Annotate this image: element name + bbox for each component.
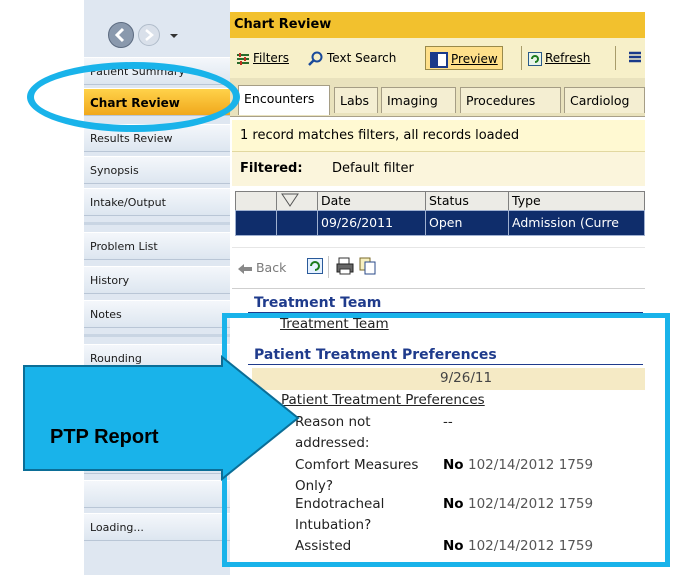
tab-imaging[interactable]: Imaging xyxy=(381,87,456,113)
tab-label: Cardiolog xyxy=(570,93,630,108)
report-nav-bar: Back xyxy=(232,247,645,289)
print-icon[interactable] xyxy=(336,257,354,275)
activity-title: Chart Review xyxy=(230,12,645,38)
more-menu-icon[interactable] xyxy=(628,51,642,65)
back-label: Back xyxy=(255,260,287,275)
sort-down-icon xyxy=(281,193,299,207)
tab-label: Procedures xyxy=(466,93,536,108)
filters-label: Filters xyxy=(253,51,289,65)
sidebar-item-label: Intake/Output xyxy=(90,196,166,209)
preview-icon xyxy=(430,51,448,68)
sidebar-item-label: Problem List xyxy=(90,240,158,253)
tab-encounters[interactable]: Encounters xyxy=(238,85,330,115)
sidebar-item-synopsis[interactable]: Synopsis xyxy=(84,156,230,184)
chevron-down-icon xyxy=(170,34,178,38)
sort-header[interactable] xyxy=(276,191,318,211)
refresh-button[interactable]: Refresh xyxy=(528,46,590,70)
grid-header-status[interactable]: Status xyxy=(425,191,509,211)
preview-label: Preview xyxy=(451,52,498,66)
toolbar-separator xyxy=(521,46,522,70)
refresh-report-icon[interactable] xyxy=(307,258,323,274)
sidebar-item-label: History xyxy=(90,274,130,287)
callout-label: PTP Report xyxy=(50,426,159,448)
sidebar-item-history[interactable]: History xyxy=(84,266,230,294)
arrow-left-icon xyxy=(114,27,125,43)
toolbar-separator xyxy=(328,256,329,278)
highlight-ellipse xyxy=(27,62,240,132)
sidebar-item-label: Results Review xyxy=(90,132,173,145)
search-icon xyxy=(308,51,323,66)
chart-review-toolbar: Filters Text Search Preview Refresh xyxy=(230,38,645,79)
back-button[interactable]: Back xyxy=(238,258,286,278)
refresh-icon xyxy=(528,51,542,66)
tab-procedures[interactable]: Procedures xyxy=(460,87,561,113)
row-date[interactable]: 09/26/2011 xyxy=(317,210,426,236)
nav-forward-button[interactable] xyxy=(138,24,160,46)
tab-cardiology[interactable]: Cardiolog xyxy=(564,87,645,113)
text-search-label: Text Search xyxy=(327,51,397,65)
copy-icon[interactable] xyxy=(359,257,377,275)
table-row[interactable] xyxy=(235,210,277,236)
grid-header-blank xyxy=(235,191,277,211)
treatment-team-heading: Treatment Team xyxy=(254,295,382,311)
toolbar-separator xyxy=(615,46,616,70)
table-row[interactable] xyxy=(276,210,318,236)
sidebar-item-loading: Loading... xyxy=(84,513,230,541)
tab-label: Encounters xyxy=(244,91,315,106)
arrow-left-icon xyxy=(238,263,252,274)
nav-history-dropdown[interactable] xyxy=(168,30,180,40)
sidebar-item-label: Loading... xyxy=(90,521,144,534)
filter-label: Filtered: xyxy=(240,161,303,176)
grid-header-date[interactable]: Date xyxy=(317,191,426,211)
sidebar-item-problem-list[interactable]: Problem List xyxy=(84,232,230,260)
sidebar-divider xyxy=(84,334,230,337)
filter-value[interactable]: Default filter xyxy=(332,152,414,186)
sidebar-divider xyxy=(84,222,230,225)
filters-button[interactable]: Filters xyxy=(236,46,289,70)
arrow-right-icon xyxy=(145,29,154,41)
records-status: 1 record matches filters, all records lo… xyxy=(232,120,645,152)
grid-header-type[interactable]: Type xyxy=(508,191,645,211)
row-type[interactable]: Admission (Curre xyxy=(508,210,645,236)
refresh-label: Refresh xyxy=(545,51,591,65)
row-status[interactable]: Open xyxy=(425,210,509,236)
tab-labs[interactable]: Labs xyxy=(334,87,378,113)
filter-icon xyxy=(237,52,249,65)
preview-button[interactable]: Preview xyxy=(425,46,503,70)
sidebar-item-label: Synopsis xyxy=(90,164,139,177)
sidebar-item-intake-output[interactable]: Intake/Output xyxy=(84,188,230,216)
sidebar-item-notes[interactable]: Notes xyxy=(84,300,230,328)
text-search-button[interactable]: Text Search xyxy=(308,46,396,70)
nav-back-button[interactable] xyxy=(108,22,134,48)
tab-label: Labs xyxy=(340,93,370,108)
sidebar-item-label: Notes xyxy=(90,308,122,321)
chart-review-tabs: Encounters Labs Imaging Procedures Cardi… xyxy=(230,78,645,117)
tab-label: Imaging xyxy=(387,93,438,108)
filter-bar: Filtered: Default filter xyxy=(232,152,645,186)
callout-arrow xyxy=(23,355,300,482)
